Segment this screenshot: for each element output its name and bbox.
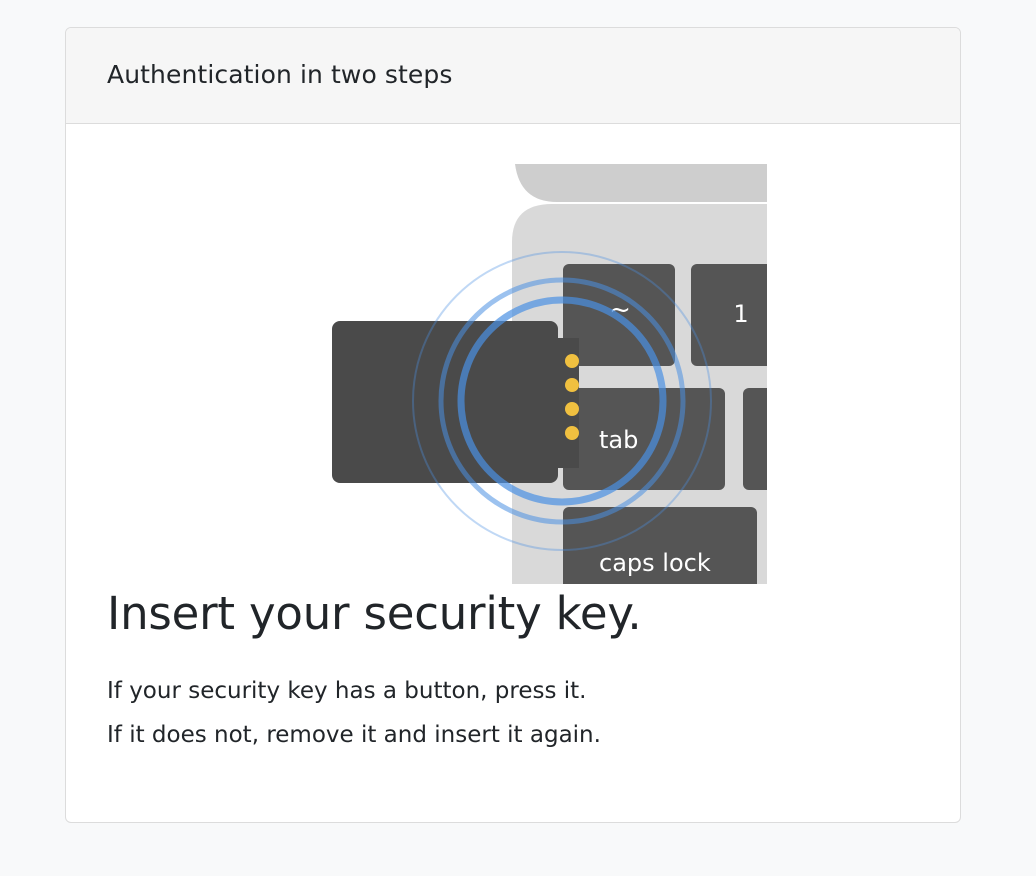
key-one-label: 1 xyxy=(733,300,748,328)
usb-key-body xyxy=(332,321,558,483)
card-header: Authentication in two steps xyxy=(66,28,960,124)
auth-card: Authentication in two steps ~ 1 tab caps… xyxy=(65,27,961,823)
instruction-line: If your security key has a button, press… xyxy=(107,678,587,704)
usb-contact xyxy=(565,354,579,368)
usb-contact xyxy=(565,402,579,416)
usb-contact xyxy=(565,426,579,440)
usb-contact xyxy=(565,378,579,392)
security-key-image: ~ 1 tab caps lock xyxy=(332,164,767,584)
key-tab xyxy=(563,388,725,490)
key-q xyxy=(743,388,767,490)
laptop-edge xyxy=(515,164,767,202)
key-caps-lock-label: caps lock xyxy=(599,549,711,577)
key-tab-label: tab xyxy=(599,426,638,454)
card-header-title: Authentication in two steps xyxy=(107,60,453,89)
page-title: Insert your security key. xyxy=(107,587,642,640)
instructions: If your security key has a button, press… xyxy=(107,669,601,757)
instruction-line: If it does not, remove it and insert it … xyxy=(107,722,601,748)
security-key-illustration: ~ 1 tab caps lock xyxy=(265,164,767,584)
